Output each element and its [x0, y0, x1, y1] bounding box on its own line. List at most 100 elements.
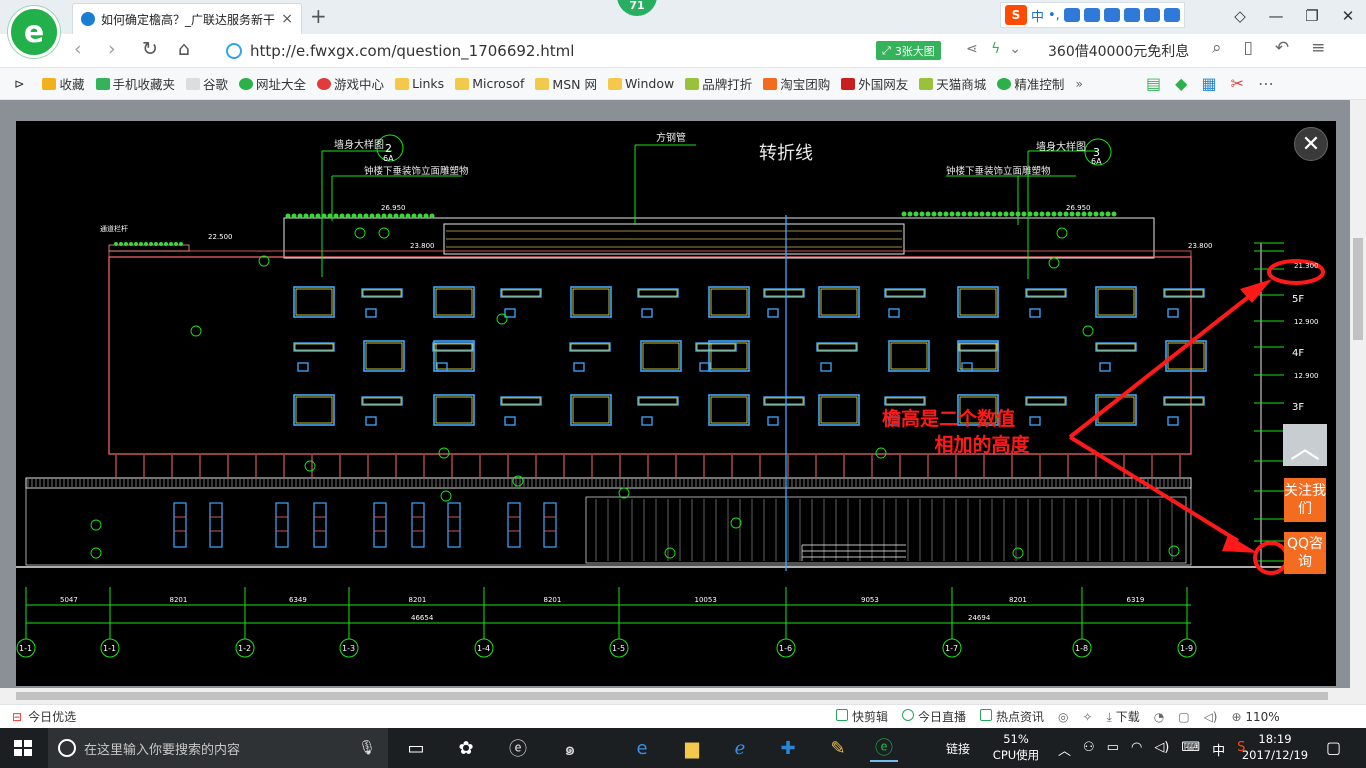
- screenshot-icon[interactable]: ✂: [1231, 74, 1244, 93]
- bookmark-foreign[interactable]: 外国网友: [841, 74, 908, 93]
- bookmark-links-folder[interactable]: Links: [395, 76, 444, 91]
- bookmark-site-nav[interactable]: 网址大全: [239, 74, 306, 93]
- phone-icon[interactable]: ▯: [1244, 38, 1253, 58]
- quick-edit-item[interactable]: 快剪辑: [836, 708, 888, 725]
- horizontal-scrollbar[interactable]: [0, 688, 1366, 704]
- sidebar-toggle-icon[interactable]: ⊳: [14, 76, 24, 91]
- start-windows-icon[interactable]: [14, 740, 32, 756]
- undo-icon[interactable]: ↶: [1275, 38, 1289, 58]
- bookmark-mobile[interactable]: 手机收藏夹: [95, 74, 175, 93]
- refresh-icon[interactable]: ↻: [142, 38, 158, 60]
- qq-consult-button[interactable]: QQ咨询: [1284, 532, 1326, 574]
- back-icon[interactable]: ‹: [74, 38, 82, 60]
- close-window-button[interactable]: ✕: [1330, 0, 1366, 32]
- fan-app-icon[interactable]: ✿: [452, 734, 480, 762]
- chevron-up-icon[interactable]: ︿: [1058, 740, 1071, 759]
- file-explorer-icon[interactable]: ▆: [678, 734, 706, 762]
- bookmark-brand-discount[interactable]: 品牌打折: [685, 74, 752, 93]
- bookmark-microsoft-folder[interactable]: Microsof: [455, 76, 524, 91]
- keyboard-icon[interactable]: [1103, 8, 1120, 22]
- bookmark-favorites[interactable]: 收藏: [42, 74, 85, 93]
- big-image-button[interactable]: ⤢ 3张大图: [876, 41, 941, 60]
- notes-app-icon[interactable]: ✎: [824, 734, 852, 762]
- vertical-scroll-thumb[interactable]: [1353, 238, 1363, 340]
- promo-link[interactable]: 360借40000元免利息: [1048, 41, 1189, 61]
- bookmark-tmall[interactable]: 天猫商城: [919, 74, 986, 93]
- pin-icon[interactable]: ✧: [1083, 710, 1093, 724]
- bookmark-precise-control[interactable]: 精准控制: [997, 74, 1064, 93]
- bookmark-google[interactable]: 谷歌: [186, 74, 228, 93]
- download-item[interactable]: ⤓ 下载: [1107, 708, 1140, 725]
- reference-circle: [618, 487, 630, 499]
- dropdown-icon[interactable]: ⌄: [1009, 41, 1021, 57]
- news-item[interactable]: 热点资讯: [980, 708, 1044, 725]
- forward-icon[interactable]: ›: [108, 38, 116, 60]
- search-icon[interactable]: ⌕: [1212, 38, 1222, 58]
- sogou-ime-toolbar[interactable]: S 中 •,: [1000, 2, 1185, 28]
- grid-icon[interactable]: ▦: [1201, 74, 1216, 93]
- volume-icon[interactable]: ◁): [1154, 740, 1169, 759]
- battery-icon[interactable]: ▭: [1107, 740, 1119, 759]
- wallet-icon[interactable]: ◆: [1175, 74, 1187, 93]
- system-clock[interactable]: 18:19 2017/12/19: [1236, 731, 1314, 763]
- reference-circle: [90, 547, 102, 559]
- ime-mode[interactable]: 中: [1031, 6, 1044, 25]
- close-lightbox-button[interactable]: ✕: [1294, 127, 1328, 161]
- reader-icon[interactable]: ▤: [1146, 74, 1161, 93]
- vertical-scrollbar[interactable]: [1350, 100, 1366, 688]
- bookmark-msn-folder[interactable]: MSN 网: [535, 74, 597, 93]
- mic-icon[interactable]: 🎙: [358, 740, 376, 756]
- sound-icon[interactable]: ◁): [1204, 710, 1218, 724]
- wifi-icon[interactable]: ◠: [1131, 740, 1142, 759]
- small-window: [1029, 308, 1041, 318]
- elev-3f: 12.900: [1294, 372, 1319, 380]
- window-icon[interactable]: ▢: [1178, 710, 1189, 724]
- browser-tab[interactable]: 如何确定檐高？_广联达服务新干线 ×: [72, 3, 302, 34]
- ie-e-icon[interactable]: ⓔ: [504, 734, 532, 762]
- accelerate-icon[interactable]: ◔: [1154, 710, 1164, 724]
- user-icon[interactable]: [1123, 8, 1140, 22]
- url-text[interactable]: http://e.fwxgx.com/question_1706692.html: [250, 42, 574, 60]
- plus-app-icon[interactable]: ✚: [774, 734, 802, 762]
- notification-center-icon[interactable]: ▢: [1326, 738, 1341, 757]
- ime-indicator[interactable]: 中: [1212, 740, 1225, 759]
- swirl-app-icon[interactable]: ๑: [556, 734, 584, 762]
- back-to-top-button[interactable]: ︿: [1283, 424, 1327, 466]
- edge-icon[interactable]: e: [628, 734, 656, 762]
- ime-punct[interactable]: •,: [1048, 8, 1060, 23]
- address-bar[interactable]: http://e.fwxgx.com/question_1706692.html: [220, 38, 860, 64]
- live-item[interactable]: 今日直播: [902, 708, 966, 725]
- bookmark-windows-folder[interactable]: Window: [607, 76, 674, 91]
- 360-browser-task-icon[interactable]: ⓔ: [870, 734, 898, 762]
- keyboard-icon[interactable]: ⌨: [1181, 740, 1200, 759]
- shirt-skin-icon[interactable]: ◇: [1222, 0, 1258, 32]
- microphone-icon[interactable]: [1083, 8, 1100, 22]
- minimize-button[interactable]: —: [1258, 0, 1294, 32]
- horizontal-scroll-thumb[interactable]: [16, 692, 1328, 700]
- follow-us-button[interactable]: 关注我们: [1284, 478, 1326, 522]
- menu-icon[interactable]: ≡: [1311, 38, 1325, 58]
- people-icon[interactable]: ⚇: [1083, 740, 1095, 759]
- new-tab-button[interactable]: +: [310, 4, 327, 28]
- emoji-icon[interactable]: [1063, 8, 1080, 22]
- shirt-icon[interactable]: [1143, 8, 1160, 22]
- 360-browser-logo-icon[interactable]: e: [8, 6, 60, 58]
- restore-button[interactable]: ❐: [1294, 0, 1330, 32]
- lightning-icon[interactable]: ϟ: [991, 41, 1000, 57]
- taskbar-search[interactable]: 在这里输入你要搜索的内容 🎙: [48, 728, 388, 768]
- bookmark-games[interactable]: 游戏中心: [317, 74, 384, 93]
- notification-badge[interactable]: 71: [617, 0, 657, 16]
- task-view-icon[interactable]: ▭: [402, 734, 430, 762]
- today-picks[interactable]: ⊟ 今日优选: [12, 708, 76, 725]
- tray-link[interactable]: 链接: [946, 728, 970, 768]
- home-icon[interactable]: ⌂: [178, 38, 190, 60]
- speed-icon[interactable]: ◎: [1058, 710, 1068, 724]
- share-icon[interactable]: ⋖: [966, 41, 978, 57]
- tab-close-icon[interactable]: ×: [281, 11, 293, 27]
- bookmarks-overflow[interactable]: »: [1075, 76, 1083, 91]
- more-tools-icon[interactable]: ⋯: [1258, 74, 1274, 93]
- internet-explorer-icon[interactable]: ℯ: [726, 734, 754, 762]
- wrench-icon[interactable]: [1163, 8, 1180, 22]
- bookmark-taobao[interactable]: 淘宝团购: [763, 74, 830, 93]
- zoom-item[interactable]: ⊕ 110%: [1232, 710, 1280, 724]
